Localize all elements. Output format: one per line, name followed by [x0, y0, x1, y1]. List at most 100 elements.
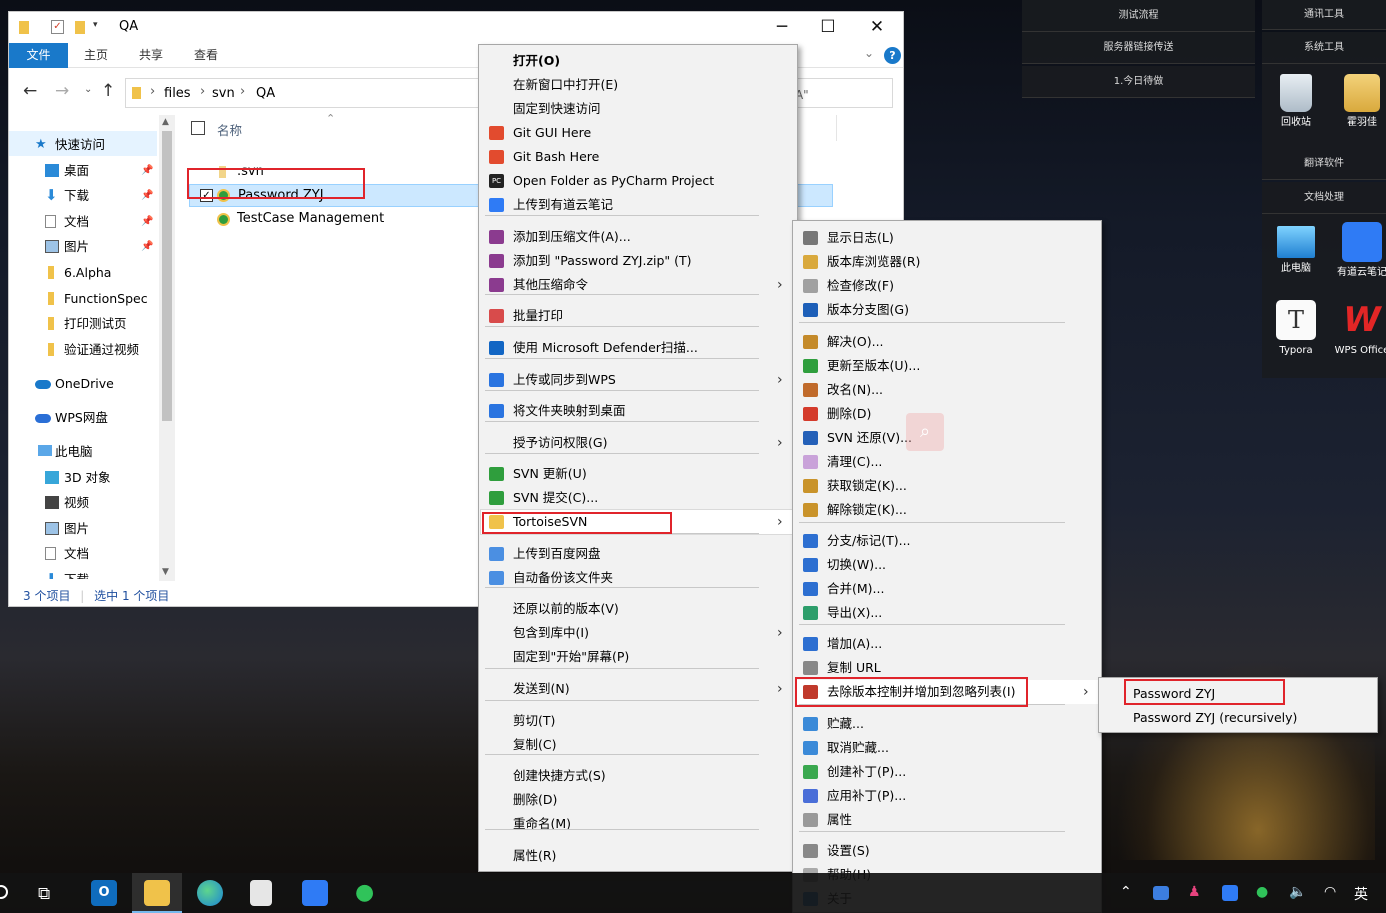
tab-view[interactable]: 查看: [185, 43, 227, 68]
address-bar[interactable]: › files › svn › QA: [125, 78, 485, 108]
properties-check-icon[interactable]: ✓: [51, 20, 64, 34]
menu-item[interactable]: 授予访问权限(G) ›: [481, 431, 795, 455]
youdao-note-icon[interactable]: [302, 880, 328, 906]
scroll-up-icon[interactable]: ▲: [162, 117, 169, 127]
menu-item[interactable]: 发送到(N) ›: [481, 677, 795, 701]
tray-app-icon[interactable]: [1153, 886, 1169, 900]
nav-desktop[interactable]: 桌面 📌: [9, 158, 159, 183]
widget-docs[interactable]: 文档处理: [1262, 182, 1386, 214]
menu-item[interactable]: PC Open Folder as PyCharm Project: [481, 169, 795, 193]
nav-pc-pictures[interactable]: 图片: [9, 516, 159, 541]
svn-menu-item[interactable]: 贮藏...: [795, 712, 1099, 736]
nav-onedrive[interactable]: OneDrive: [9, 371, 159, 396]
nav-this-pc[interactable]: 此电脑: [9, 439, 159, 464]
nav-folder-functionspec[interactable]: FunctionSpec: [9, 286, 159, 311]
quick-toolbar-dropdown-icon[interactable]: ▾: [93, 20, 98, 30]
menu-item[interactable]: 添加到 "Password ZYJ.zip" (T): [481, 249, 795, 273]
svn-menu-item[interactable]: SVN 还原(V)...: [795, 426, 1099, 450]
back-arrow-icon[interactable]: ←: [23, 81, 37, 101]
menu-item[interactable]: Git Bash Here: [481, 145, 795, 169]
svn-menu-item[interactable]: 解除锁定(K)...: [795, 498, 1099, 522]
nav-documents[interactable]: 文档 📌: [9, 209, 159, 234]
column-divider[interactable]: [836, 115, 837, 141]
desktop-icon-typora[interactable]: T Typora: [1265, 300, 1327, 357]
ignore-menu-item[interactable]: Password ZYJ (recursively): [1101, 706, 1375, 730]
scroll-thumb[interactable]: [162, 131, 172, 421]
nav-downloads[interactable]: ⬇ 下载 📌: [9, 183, 159, 208]
tray-youdao-icon[interactable]: [1222, 885, 1238, 901]
menu-item[interactable]: 上传到有道云笔记: [481, 193, 795, 217]
nav-pictures[interactable]: 图片 📌: [9, 234, 159, 259]
menu-item[interactable]: 固定到"开始"屏幕(P): [481, 645, 795, 669]
nav-folder-verify-video[interactable]: 验证通过视频: [9, 337, 159, 362]
wifi-icon[interactable]: ◠: [1324, 884, 1336, 900]
svn-menu-item[interactable]: 创建补丁(P)...: [795, 760, 1099, 784]
edge-icon[interactable]: [197, 880, 223, 906]
nav-3d-objects[interactable]: 3D 对象: [9, 465, 159, 490]
outlook-icon[interactable]: O: [91, 880, 117, 906]
menu-item[interactable]: 使用 Microsoft Defender扫描...: [481, 336, 795, 360]
help-icon[interactable]: ?: [884, 47, 901, 64]
up-arrow-icon[interactable]: ↑: [101, 81, 115, 101]
svn-menu-item[interactable]: 更新至版本(U)...: [795, 354, 1099, 378]
menu-item[interactable]: Git GUI Here: [481, 121, 795, 145]
breadcrumb-qa[interactable]: QA: [256, 86, 275, 101]
tab-file[interactable]: 文件: [9, 43, 68, 68]
menu-item[interactable]: 还原以前的版本(V): [481, 597, 795, 621]
svn-menu-item[interactable]: 解决(O)...: [795, 330, 1099, 354]
breadcrumb-svn[interactable]: svn: [212, 86, 235, 101]
menu-item[interactable]: SVN 提交(C)...: [481, 486, 795, 510]
svn-menu-item[interactable]: 取消贮藏...: [795, 736, 1099, 760]
menu-item[interactable]: 创建快捷方式(S): [481, 764, 795, 788]
svn-menu-item[interactable]: 设置(S): [795, 839, 1099, 863]
svn-menu-item[interactable]: 获取锁定(K)...: [795, 474, 1099, 498]
tray-character-icon[interactable]: ♟: [1188, 884, 1201, 900]
search-overlay-icon[interactable]: ⌕: [906, 413, 944, 451]
menu-item[interactable]: SVN 更新(U): [481, 462, 795, 486]
svn-menu-item[interactable]: 改名(N)...: [795, 378, 1099, 402]
menu-item[interactable]: 上传或同步到WPS ›: [481, 368, 795, 392]
menu-item[interactable]: 属性(R): [481, 844, 795, 868]
column-header-name[interactable]: 名称: [217, 120, 242, 139]
menu-item[interactable]: 删除(D): [481, 788, 795, 812]
nav-wps-drive[interactable]: WPS网盘: [9, 405, 159, 430]
svn-menu-item[interactable]: 导出(X)...: [795, 601, 1099, 625]
ime-indicator[interactable]: 英: [1354, 884, 1368, 904]
menu-item[interactable]: 剪切(T): [481, 709, 795, 733]
svn-menu-item[interactable]: 版本库浏览器(R): [795, 250, 1099, 274]
widget-test-flow[interactable]: 测试流程: [1022, 0, 1255, 32]
tab-share[interactable]: 共享: [130, 43, 172, 68]
forward-arrow-icon[interactable]: →: [55, 81, 69, 101]
menu-item[interactable]: 打开(O): [481, 49, 795, 73]
scroll-down-icon[interactable]: ▼: [162, 567, 169, 577]
menu-item[interactable]: 批量打印: [481, 304, 795, 328]
nav-folder-alpha[interactable]: 6.Alpha: [9, 260, 159, 285]
widget-translate[interactable]: 翻译软件: [1262, 148, 1386, 180]
recent-dropdown-icon[interactable]: ⌄: [84, 84, 92, 95]
desktop-icon-youdao[interactable]: 有道云笔记: [1331, 222, 1386, 279]
widget-comm-tools[interactable]: 通讯工具: [1262, 0, 1386, 30]
minimize-button[interactable]: ─: [759, 12, 805, 43]
desktop-icon-recycle-bin[interactable]: 回收站: [1265, 74, 1327, 129]
nav-pc-documents[interactable]: 文档: [9, 541, 159, 566]
task-view-icon[interactable]: ⧉: [38, 884, 50, 904]
menu-item[interactable]: 重命名(M): [481, 812, 795, 836]
volume-icon[interactable]: 🔈: [1289, 884, 1306, 900]
svn-menu-item[interactable]: 显示日志(L): [795, 226, 1099, 250]
svn-menu-item[interactable]: 属性: [795, 808, 1099, 832]
svn-menu-item[interactable]: 版本分支图(G): [795, 298, 1099, 322]
menu-item[interactable]: 在新窗口中打开(E): [481, 73, 795, 97]
close-button[interactable]: ✕: [854, 12, 900, 43]
menu-item[interactable]: 上传到百度网盘: [481, 542, 795, 566]
search-circle-icon[interactable]: [0, 885, 8, 899]
nav-pc-downloads[interactable]: ⬇ 下载: [9, 567, 159, 579]
svn-menu-item[interactable]: 切换(W)...: [795, 553, 1099, 577]
tray-expand-icon[interactable]: ⌃: [1120, 884, 1132, 900]
svn-menu-item[interactable]: 删除(D): [795, 402, 1099, 426]
nav-videos[interactable]: 视频: [9, 490, 159, 515]
maximize-button[interactable]: ☐: [805, 12, 851, 43]
svn-menu-item[interactable]: 合并(M)...: [795, 577, 1099, 601]
nav-quick-access[interactable]: ★ 快速访问: [9, 132, 159, 157]
breadcrumb-files[interactable]: files: [164, 86, 191, 101]
files-icon[interactable]: [250, 880, 272, 906]
